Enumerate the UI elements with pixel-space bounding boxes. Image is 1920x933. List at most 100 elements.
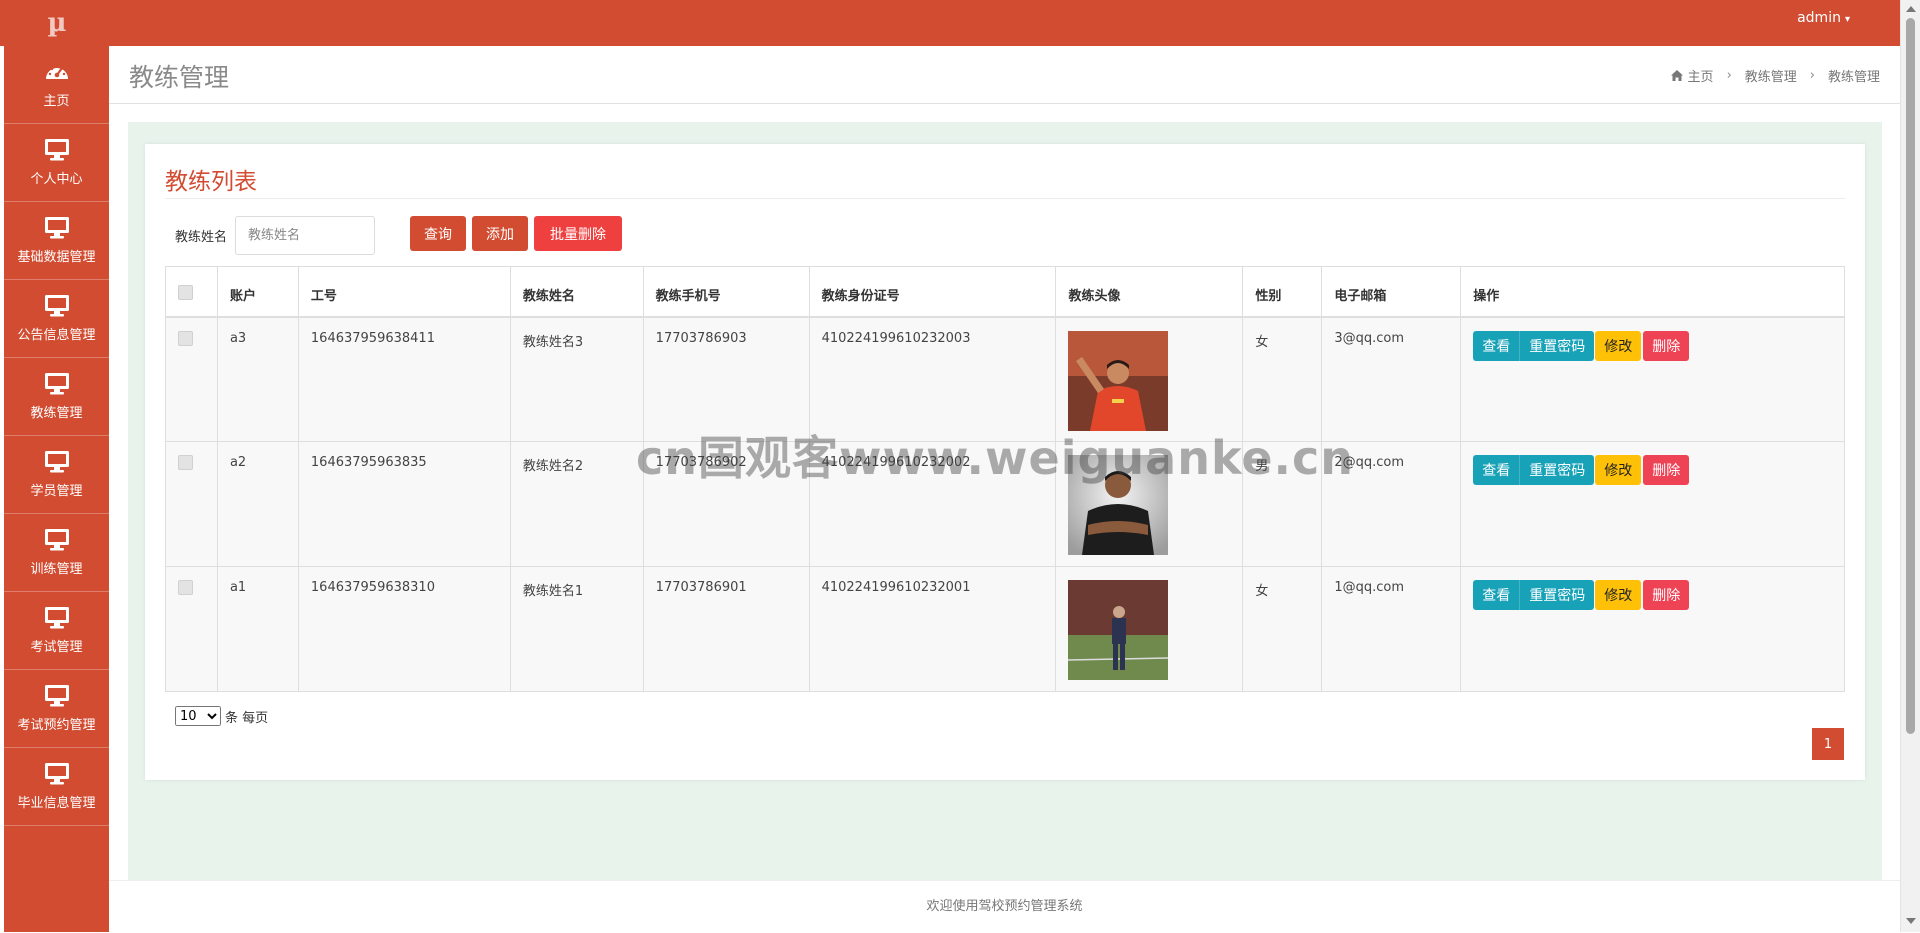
page-size-control: 10 条 每页 (175, 706, 268, 726)
query-button[interactable]: 查询 (410, 216, 466, 251)
monitor-icon (44, 139, 69, 161)
delete-button[interactable]: 删除 (1643, 580, 1690, 610)
column-header: 账户 (216, 266, 299, 318)
email-cell: 1@qq.com (1321, 566, 1462, 692)
breadcrumb-item[interactable]: 教练管理 (1745, 66, 1797, 85)
monitor-icon (44, 529, 69, 551)
sidebar-item-training[interactable]: 训练管理 (4, 514, 109, 592)
sidebar-item-label: 考试预约管理 (17, 718, 96, 733)
sidebar-item-basic-data[interactable]: 基础数据管理 (4, 202, 109, 280)
page-size-suffix: 条 每页 (225, 710, 269, 726)
sidebar-item-students[interactable]: 学员管理 (4, 436, 109, 514)
breadcrumb: 主页 › 教练管理 › 教练管理 (1670, 66, 1880, 85)
page-size-select[interactable]: 10 (175, 706, 221, 726)
coach-name-search-input[interactable] (235, 216, 375, 255)
avatar-cell (1055, 316, 1244, 442)
column-header: 性别 (1242, 266, 1323, 318)
sidebar-item-personal-center[interactable]: 个人中心 (4, 124, 109, 202)
search-label: 教练姓名 (175, 230, 228, 245)
page-scrollbar[interactable] (1900, 0, 1920, 932)
view-button[interactable]: 查看 (1473, 455, 1520, 485)
coach-avatar-image[interactable] (1068, 455, 1169, 555)
reset-password-button[interactable]: 重置密码 (1519, 580, 1595, 610)
phone-cell: 17703786901 (642, 566, 810, 692)
sidebar-item-graduation[interactable]: 毕业信息管理 (4, 748, 109, 826)
scroll-up-arrow-icon[interactable] (1906, 6, 1916, 12)
sidebar-item-exams[interactable]: 考试管理 (4, 592, 109, 670)
row-checkbox[interactable] (178, 580, 193, 595)
reset-password-button[interactable]: 重置密码 (1519, 455, 1595, 485)
page-button-current[interactable]: 1 (1812, 728, 1844, 760)
email-cell: 2@qq.com (1321, 441, 1462, 567)
scroll-down-arrow-icon[interactable] (1906, 918, 1916, 924)
page-header: 教练管理 主页 › 教练管理 › 教练管理 (109, 46, 1900, 104)
column-header: 操作 (1460, 266, 1845, 318)
sidebar-item-label: 个人中心 (30, 172, 83, 187)
row-checkbox[interactable] (178, 455, 193, 470)
actions-cell: 查看 重置密码 修改 删除 (1460, 441, 1845, 567)
column-header: 教练姓名 (509, 266, 644, 318)
edit-button[interactable]: 修改 (1595, 330, 1642, 361)
edit-button[interactable]: 修改 (1595, 580, 1642, 610)
select-cell (165, 441, 218, 567)
sidebar-item-exam-booking[interactable]: 考试预约管理 (4, 670, 109, 748)
delete-button[interactable]: 删除 (1643, 455, 1690, 485)
select-all-cell (165, 266, 218, 318)
sidebar-item-home[interactable]: 主页 (4, 46, 109, 124)
gender-cell: 男 (1242, 441, 1323, 567)
table-row: a1 164637959638310 教练姓名1 17703786901 410… (165, 566, 1845, 692)
monitor-icon (44, 451, 69, 473)
sidebar-item-announcements[interactable]: 公告信息管理 (4, 280, 109, 358)
page-title: 教练管理 (129, 63, 230, 92)
coach-table: 账户 工号 教练姓名 教练手机号 教练身份证号 教练头像 性别 电子邮箱 操作 … (165, 266, 1845, 692)
add-button[interactable]: 添加 (472, 216, 528, 251)
monitor-icon (44, 217, 69, 239)
id-card-cell: 410224199610232001 (808, 566, 1057, 692)
actions-cell: 查看 重置密码 修改 删除 (1460, 316, 1845, 442)
breadcrumb-current: 教练管理 (1827, 70, 1880, 85)
table-row: a2 16463795963835 教练姓名2 17703786902 4102… (165, 441, 1845, 567)
delete-button[interactable]: 删除 (1643, 330, 1690, 361)
sidebar-item-label: 考试管理 (30, 640, 83, 655)
sidebar-item-label: 学员管理 (30, 484, 83, 499)
home-icon (1670, 70, 1683, 81)
monitor-icon (44, 373, 69, 395)
account-cell: a2 (216, 441, 299, 567)
table-row: a3 164637959638411 教练姓名3 17703786903 410… (165, 316, 1845, 442)
gender-cell: 女 (1242, 566, 1323, 692)
coach-name-cell: 教练姓名1 (509, 566, 644, 692)
actions-cell: 查看 重置密码 修改 删除 (1460, 566, 1845, 692)
email-cell: 3@qq.com (1321, 316, 1462, 442)
scrollbar-thumb[interactable] (1906, 18, 1915, 734)
row-checkbox[interactable] (178, 330, 193, 346)
app-logo: µ (47, 8, 67, 38)
table-header-row: 账户 工号 教练姓名 教练手机号 教练身份证号 教练头像 性别 电子邮箱 操作 (165, 266, 1845, 318)
sidebar: 主页 个人中心 基础数据管理 公告信息管理 教练管理 学员管理 训练管理 考试管… (4, 46, 109, 932)
breadcrumb-home[interactable]: 主页 (1688, 66, 1714, 85)
coach-avatar-image[interactable] (1068, 580, 1169, 680)
view-button[interactable]: 查看 (1473, 330, 1520, 361)
coach-avatar-image[interactable] (1068, 330, 1169, 431)
sidebar-item-coaches[interactable]: 教练管理 (4, 358, 109, 436)
sidebar-item-label: 基础数据管理 (17, 250, 96, 265)
select-all-checkbox[interactable] (178, 285, 193, 300)
column-header: 工号 (297, 266, 511, 318)
edit-button[interactable]: 修改 (1595, 455, 1642, 485)
coach-list-card: 教练列表 教练姓名 查询 添加 批量删除 账户 工号 教练姓名 教练手机号 教练… (145, 144, 1865, 780)
column-header: 教练手机号 (642, 266, 810, 318)
column-header: 教练身份证号 (808, 266, 1057, 318)
sidebar-item-label: 教练管理 (30, 406, 83, 421)
coach-name-cell: 教练姓名2 (509, 441, 644, 567)
user-menu[interactable]: admin ▾ (1797, 10, 1850, 26)
reset-password-button[interactable]: 重置密码 (1519, 330, 1595, 361)
user-name: admin (1797, 10, 1841, 26)
caret-down-icon: ▾ (1844, 14, 1850, 25)
phone-cell: 17703786903 (642, 316, 810, 442)
account-cell: a1 (216, 566, 299, 692)
column-header: 教练头像 (1055, 266, 1244, 318)
phone-cell: 17703786902 (642, 441, 810, 567)
select-cell (165, 316, 218, 442)
job-no-cell: 164637959638310 (297, 566, 511, 692)
batch-delete-button[interactable]: 批量删除 (534, 216, 622, 251)
view-button[interactable]: 查看 (1473, 580, 1520, 610)
